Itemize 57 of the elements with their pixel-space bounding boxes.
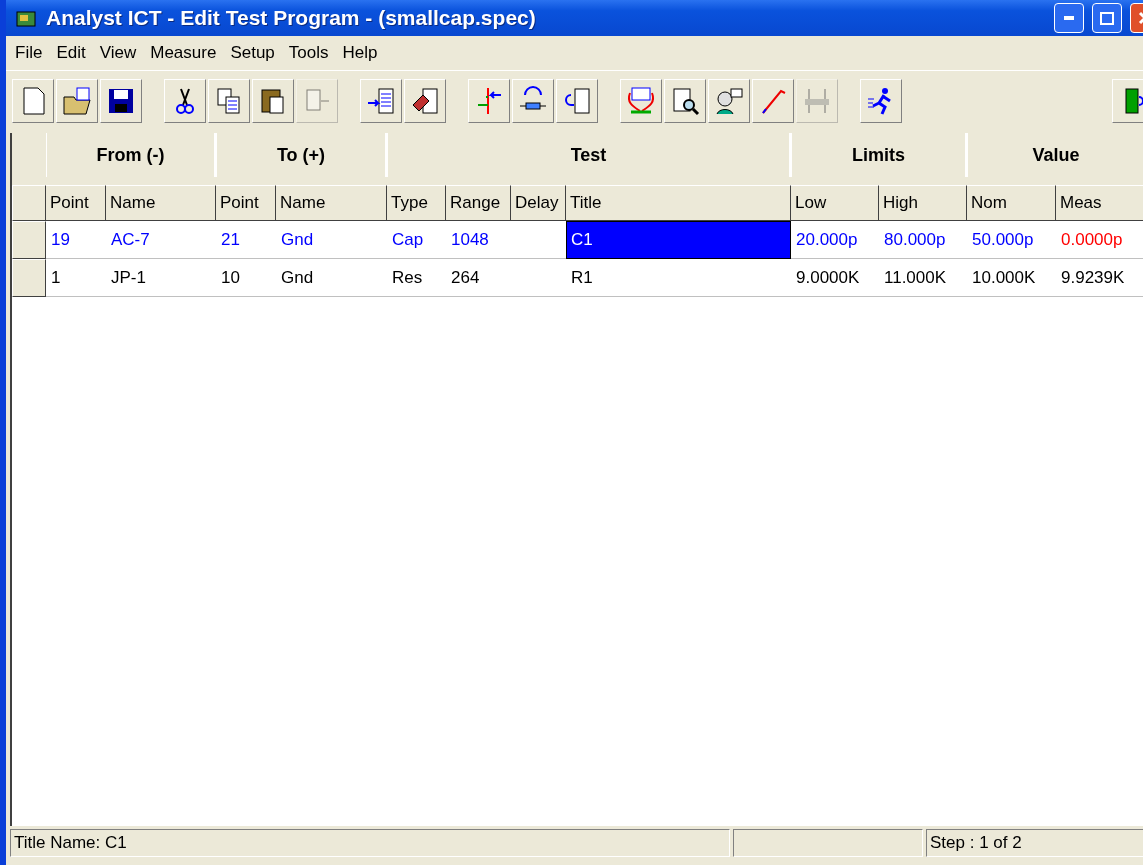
open-folder-icon: [61, 85, 93, 117]
menu-item[interactable]: Setup: [225, 43, 280, 63]
minimize-button[interactable]: [1054, 3, 1084, 33]
menu-item[interactable]: Help: [337, 43, 383, 63]
column-header[interactable]: Name: [106, 185, 216, 221]
table-cell: AC-7: [106, 221, 216, 259]
menu-item[interactable]: Tools: [283, 43, 334, 63]
window-title: Analyst ICT - Edit Test Program - (smallcap.spec): [46, 6, 537, 30]
toolbar-button[interactable]: [512, 79, 554, 123]
toolbar-button[interactable]: [164, 79, 206, 123]
group-header: Test: [387, 133, 791, 177]
toolbar-button[interactable]: [252, 79, 294, 123]
table-cell: 19: [46, 221, 106, 259]
toolbar-button[interactable]: [56, 79, 98, 123]
table-cell: 50.000p: [967, 221, 1056, 259]
column-header[interactable]: Title: [566, 185, 791, 221]
column-header[interactable]: Point: [46, 185, 106, 221]
table-cell: 80.000p: [879, 221, 967, 259]
insert-row-icon: [365, 85, 397, 117]
toolbar-button[interactable]: [860, 79, 902, 123]
column-header[interactable]: Meas: [1056, 185, 1143, 221]
column-header[interactable]: Range: [446, 185, 511, 221]
group-header: To (+): [216, 133, 387, 177]
toolbar-button[interactable]: [556, 79, 598, 123]
column-header[interactable]: Type: [387, 185, 446, 221]
table-cell: 1048: [446, 221, 511, 259]
row-header[interactable]: [12, 221, 46, 259]
menu-item[interactable]: Edit: [51, 43, 91, 63]
menu-item[interactable]: Measure: [145, 43, 222, 63]
table-cell: Gnd: [276, 221, 387, 259]
table-cell: 21: [216, 221, 276, 259]
row-header[interactable]: [12, 259, 46, 297]
maximize-button[interactable]: [1092, 3, 1122, 33]
table-cell: Cap: [387, 221, 446, 259]
status-pane: Title Name: C1: [10, 829, 730, 857]
column-header[interactable]: High: [879, 185, 967, 221]
app-icon: [16, 8, 38, 28]
status-pane: Step : 1 of 2: [926, 829, 1143, 857]
toolbar-button[interactable]: [708, 79, 750, 123]
column-header[interactable]: Low: [791, 185, 879, 221]
column-header[interactable]: Point: [216, 185, 276, 221]
maximize-icon: [1100, 11, 1114, 25]
table-cell: C1: [566, 221, 791, 259]
minimize-icon: [1064, 16, 1074, 20]
group-header: From (-): [46, 133, 216, 177]
menu-item[interactable]: File: [10, 43, 48, 63]
toolbar-button[interactable]: [1112, 79, 1143, 123]
column-header[interactable]: Name: [276, 185, 387, 221]
toolbar-button[interactable]: [100, 79, 142, 123]
column-header[interactable]: Nom: [967, 185, 1056, 221]
table-cell: 20.000p: [791, 221, 879, 259]
toolbar-button[interactable]: [664, 79, 706, 123]
table-cell: 0.0000p: [1056, 221, 1143, 259]
group-header: Value: [967, 133, 1143, 177]
group-header: Limits: [791, 133, 967, 177]
menu-item[interactable]: View: [94, 43, 142, 63]
column-header[interactable]: Delay: [511, 185, 566, 221]
